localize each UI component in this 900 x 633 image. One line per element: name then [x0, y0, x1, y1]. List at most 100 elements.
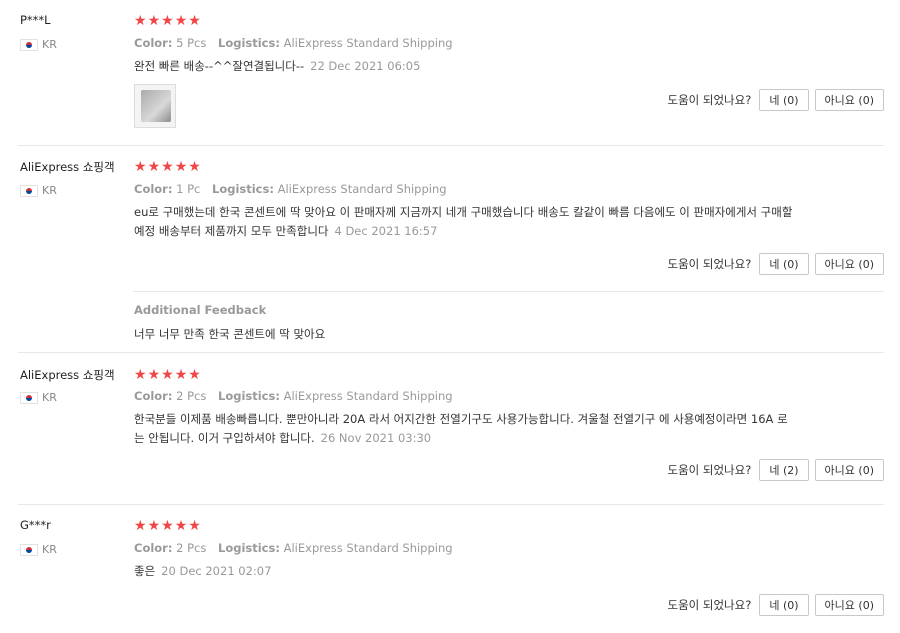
review-date: 4 Dec 2021 16:57	[334, 224, 438, 238]
star-rating: ★ ★ ★ ★ ★	[134, 368, 201, 382]
review-text: 좋은 20 Dec 2021 02:07	[134, 562, 794, 581]
star-icon: ★	[174, 159, 188, 175]
star-icon: ★	[161, 367, 174, 383]
star-icon: ★	[174, 367, 188, 383]
helpful-no-button[interactable]: 아니요 (0)	[814, 594, 884, 616]
star-icon: ★	[134, 518, 147, 534]
star-icon: ★	[134, 13, 147, 29]
country-code: KR	[42, 391, 57, 404]
star-icon: ★	[188, 159, 201, 175]
helpful-vote: 도움이 되었나요? 네 (0) 아니요 (0)	[667, 594, 884, 616]
reviewer-name: AliExpress 쇼핑객	[20, 160, 115, 174]
order-info: Color: 1 Pc Logistics: AliExpress Standa…	[134, 182, 455, 196]
helpful-vote: 도움이 되었나요? 네 (0) 아니요 (0)	[667, 89, 884, 111]
review-date: 20 Dec 2021 02:07	[161, 564, 272, 578]
star-icon: ★	[161, 518, 174, 534]
additional-feedback-label: Additional Feedback	[134, 303, 267, 317]
logistics-label: Logistics:	[218, 389, 280, 403]
yes-count: (2)	[782, 463, 799, 477]
reviewer-name: G***r	[20, 518, 51, 532]
helpful-no-button[interactable]: 아니요 (0)	[814, 89, 884, 111]
color-value: 2 Pcs	[176, 389, 207, 403]
order-info: Color: 5 Pcs Logistics: AliExpress Stand…	[134, 36, 461, 50]
star-icon: ★	[147, 367, 161, 383]
review-body: 완전 빠른 배송--^^잘연결됩니다--	[134, 59, 305, 73]
additional-feedback-divider	[133, 291, 884, 292]
logistics-value: AliExpress Standard Shipping	[283, 389, 453, 403]
yes-label: 네	[769, 258, 780, 271]
star-icon: ★	[134, 159, 147, 175]
review-text: 완전 빠른 배송--^^잘연결됩니다-- 22 Dec 2021 06:05	[134, 57, 794, 76]
korea-flag-icon	[20, 38, 38, 51]
logistics-value: AliExpress Standard Shipping	[277, 182, 447, 196]
star-icon: ★	[161, 159, 174, 175]
star-icon: ★	[161, 13, 174, 29]
reviewer-country: KR	[20, 38, 57, 51]
reviewer-country: KR	[20, 543, 57, 556]
logistics-label: Logistics:	[212, 182, 274, 196]
yes-count: (0)	[782, 598, 799, 612]
logistics-value: AliExpress Standard Shipping	[283, 541, 453, 555]
star-icon: ★	[147, 159, 161, 175]
order-info: Color: 2 Pcs Logistics: AliExpress Stand…	[134, 541, 461, 555]
star-icon: ★	[174, 518, 188, 534]
star-rating: ★ ★ ★ ★ ★	[134, 14, 201, 28]
additional-feedback-text: 너무 너무 만족 한국 콘센트에 딱 맞아요	[134, 327, 326, 341]
review-divider	[18, 352, 884, 353]
reviewer-name: AliExpress 쇼핑객	[20, 368, 115, 382]
review-text: eu로 구매했는데 한국 콘센트에 딱 맞아요 이 판매자께 지금까지 네개 구…	[134, 203, 794, 241]
helpful-question: 도움이 되었나요?	[667, 598, 752, 612]
color-label: Color:	[134, 182, 173, 196]
yes-label: 네	[769, 464, 780, 477]
helpful-yes-button[interactable]: 네 (2)	[759, 459, 809, 481]
color-label: Color:	[134, 541, 173, 555]
korea-flag-icon	[20, 184, 38, 197]
review-text: 한국분들 이제품 배송빠릅니다. 뿐만아니라 20A 라서 어지간한 전열기구도…	[134, 410, 794, 448]
reviewer-country: KR	[20, 184, 57, 197]
korea-flag-icon	[20, 543, 38, 556]
order-info: Color: 2 Pcs Logistics: AliExpress Stand…	[134, 389, 461, 403]
star-rating: ★ ★ ★ ★ ★	[134, 519, 201, 533]
star-icon: ★	[188, 518, 201, 534]
no-count: (0)	[858, 598, 874, 612]
helpful-yes-button[interactable]: 네 (0)	[759, 253, 809, 275]
helpful-question: 도움이 되었나요?	[667, 257, 752, 271]
helpful-no-button[interactable]: 아니요 (0)	[814, 253, 884, 275]
color-value: 2 Pcs	[176, 541, 207, 555]
star-icon: ★	[188, 13, 201, 29]
color-label: Color:	[134, 389, 173, 403]
no-label: 아니요	[824, 599, 855, 612]
color-label: Color:	[134, 36, 173, 50]
helpful-vote: 도움이 되었나요? 네 (0) 아니요 (0)	[667, 253, 884, 275]
yes-label: 네	[769, 599, 780, 612]
no-count: (0)	[858, 463, 874, 477]
logistics-label: Logistics:	[218, 36, 280, 50]
logistics-label: Logistics:	[218, 541, 280, 555]
yes-count: (0)	[782, 93, 799, 107]
country-code: KR	[42, 184, 57, 197]
korea-flag-icon	[20, 391, 38, 404]
star-icon: ★	[147, 13, 161, 29]
logistics-value: AliExpress Standard Shipping	[283, 36, 453, 50]
review-divider	[18, 145, 884, 146]
helpful-question: 도움이 되었나요?	[667, 93, 752, 107]
color-value: 5 Pcs	[176, 36, 207, 50]
no-label: 아니요	[824, 94, 855, 107]
helpful-no-button[interactable]: 아니요 (0)	[814, 459, 884, 481]
helpful-vote: 도움이 되었나요? 네 (2) 아니요 (0)	[667, 459, 884, 481]
no-label: 아니요	[824, 464, 855, 477]
star-icon: ★	[188, 367, 201, 383]
review-divider	[18, 504, 884, 505]
no-label: 아니요	[824, 258, 855, 271]
helpful-yes-button[interactable]: 네 (0)	[759, 89, 809, 111]
no-count: (0)	[858, 93, 874, 107]
review-photo-thumbnail[interactable]	[134, 84, 176, 128]
helpful-yes-button[interactable]: 네 (0)	[759, 594, 809, 616]
star-icon: ★	[134, 367, 147, 383]
reviewer-country: KR	[20, 391, 57, 404]
helpful-question: 도움이 되었나요?	[667, 463, 752, 477]
review-date: 26 Nov 2021 03:30	[320, 431, 432, 445]
country-code: KR	[42, 543, 57, 556]
star-icon: ★	[174, 13, 188, 29]
country-code: KR	[42, 38, 57, 51]
